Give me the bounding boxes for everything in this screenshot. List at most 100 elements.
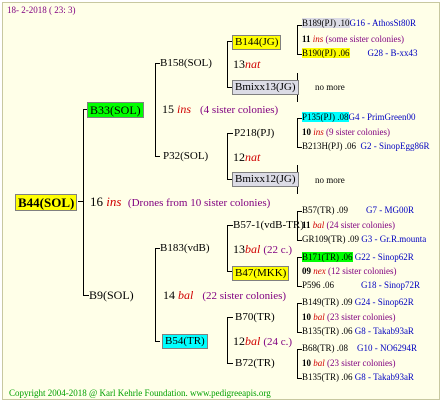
insemination-type: bal: [312, 220, 325, 230]
breeder-code: G24 - Sinop62R: [354, 297, 414, 307]
ancestor-id[interactable]: P596 .06: [302, 280, 334, 290]
queen-node-mother[interactable]: B33(SOL): [87, 102, 144, 118]
ancestor-row: B213H(PJ) .06 G2 - SinopEgg86R: [302, 142, 430, 151]
connector: [297, 257, 298, 286]
ancestor-row: P135(PJ) .08G4 - PrimGreen00: [302, 112, 416, 122]
insemination-type: bal: [313, 312, 325, 322]
ancestor-row: B149(TR) .09 G24 - Sinop62R: [302, 298, 414, 307]
queen-node[interactable]: B144(JG): [232, 35, 282, 50]
colony-note: (12 sister colonies): [328, 266, 397, 276]
ancestor-id[interactable]: B213H(PJ) .06: [302, 141, 356, 151]
colony-note: (24 sister colonies): [326, 220, 396, 230]
ancestor-id[interactable]: B190(PJ) .06: [302, 48, 350, 58]
connector: [227, 133, 228, 179]
connector: [227, 317, 233, 318]
drone-info: 10 ins (9 sister colonies): [302, 128, 390, 137]
breeder-code: G16 - AthosSt80R: [349, 18, 417, 28]
ancestor-id[interactable]: B135(TR) .06: [302, 326, 353, 336]
breeder-code: G18 - Sinop72R: [361, 280, 421, 290]
breeder-code: G2 - SinopEgg86R: [360, 141, 430, 151]
ancestor-row: B57(TR) .09 G7 - MG00R: [302, 206, 414, 215]
insemination-type: nat: [245, 57, 261, 71]
date-stamp: 18- 2-2018 ( 23: 3): [7, 5, 76, 15]
generation-number: 09: [302, 266, 311, 276]
colony-note: (9 sister colonies): [326, 127, 390, 137]
breeder-code: G22 - Sinop62R: [354, 252, 414, 262]
ancestor-row: B68(TR) .08 G10 - NO6294R: [302, 344, 417, 353]
father-info: 14 bal (22 sister colonies): [163, 289, 286, 302]
colony-note: (24 c.): [263, 336, 293, 348]
insemination-type: ins: [313, 127, 324, 137]
pedigree-panel: 18- 2-2018 ( 23: 3) B44(SOL) 16 ins (Dro…: [2, 2, 440, 400]
breeder-code: G8 - Takab93aR: [354, 326, 414, 336]
queen-node[interactable]: B54(TR): [162, 334, 208, 349]
breeder-code: G28 - B-xx43: [367, 48, 418, 58]
queen-node[interactable]: B183(vdB): [160, 243, 210, 254]
generation-number: 12: [233, 150, 245, 164]
connector: [227, 317, 228, 363]
connector: [297, 303, 298, 332]
queen-node[interactable]: B72(TR): [235, 358, 275, 369]
ancestor-id[interactable]: B171(TR) .06: [302, 252, 353, 262]
ancestor-id[interactable]: B189(PJ) .10: [302, 18, 350, 28]
drone-info: 09 nex (12 sister colonies): [302, 267, 396, 276]
queen-node[interactable]: Bmixx12(JG): [232, 172, 299, 187]
drone-info: 10 bal (23 sister colonies): [302, 313, 396, 322]
breeder-code: G7 - MG00R: [366, 205, 415, 215]
connector: [155, 156, 160, 157]
generation-number: 12: [233, 334, 245, 348]
connector: [155, 341, 160, 342]
mother-info: 15 ins (4 sister colonies): [162, 103, 278, 116]
colony-note: (Drones from 10 sister colonies): [127, 197, 271, 209]
insemination-type: bal: [313, 358, 325, 368]
generation-number: 16: [90, 194, 103, 209]
colony-note: (23 sister colonies): [327, 312, 396, 322]
insemination-type: bal: [245, 242, 261, 256]
queen-info: 13nat: [233, 58, 260, 70]
generation-number: 10: [302, 358, 311, 368]
connector: [227, 41, 228, 87]
ancestor-id[interactable]: B68(TR) .08: [302, 343, 348, 353]
ancestor-row: B189(PJ) .10G16 - AthosSt80R: [302, 18, 417, 28]
ancestor-id[interactable]: B149(TR) .09: [302, 297, 353, 307]
ancestor-id[interactable]: B57(TR) .09: [302, 205, 348, 215]
insemination-type: bal: [245, 334, 261, 348]
queen-node[interactable]: B70(TR): [235, 312, 275, 323]
drone-info: 11 bal (24 sister colonies): [302, 221, 395, 230]
ancestor-row: B171(TR) .06 G22 - Sinop62R: [302, 252, 414, 262]
queen-node-father[interactable]: B9(SOL): [89, 289, 134, 301]
connector: [155, 63, 156, 156]
no-more-label: no more: [315, 82, 345, 92]
ancestor-id[interactable]: GR109(TR) .09: [302, 234, 359, 244]
queen-node[interactable]: Bmixx13(JG): [232, 80, 299, 95]
breeder-code: G4 - PrimGreen00: [348, 112, 416, 122]
queen-node[interactable]: B47(MKK): [232, 266, 290, 281]
generation-number: 13: [233, 242, 245, 256]
queen-info: 12nat: [233, 151, 260, 163]
generation-number: 11: [302, 220, 311, 230]
connector: [297, 118, 298, 147]
insemination-type: nex: [313, 266, 326, 276]
colony-note: (some sister colonies): [325, 34, 405, 44]
ancestor-id[interactable]: P135(PJ) .08: [302, 112, 349, 122]
queen-info: 12bal (24 c.): [233, 335, 292, 348]
generation-number: 10: [302, 127, 311, 137]
breeder-code: G10 - NO6294R: [357, 343, 417, 353]
root-info: 16 ins (Drones from 10 sister colonies): [90, 195, 270, 209]
queen-node[interactable]: P32(SOL): [163, 151, 208, 162]
ancestor-id[interactable]: B135(TR) .06: [302, 372, 353, 382]
queen-node[interactable]: B57-1(vdB-TR): [233, 220, 304, 231]
colony-note: (23 sister colonies): [327, 358, 396, 368]
queen-node-root[interactable]: B44(SOL): [15, 194, 78, 211]
connector: [155, 248, 156, 341]
breeder-code: G3 - Gr.R.mounta: [361, 234, 427, 244]
queen-node[interactable]: B158(SOL): [160, 58, 212, 69]
ancestor-row: B190(PJ) .06 G28 - B-xx43: [302, 48, 418, 58]
colony-note: (4 sister colonies): [200, 104, 279, 116]
queen-node[interactable]: P218(PJ): [234, 128, 274, 139]
no-more-label: no more: [315, 175, 345, 185]
generation-number: 14: [163, 288, 175, 302]
drone-info: 10 bal (23 sister colonies): [302, 359, 396, 368]
generation-number: 11: [302, 34, 311, 44]
generation-number: 15: [162, 102, 174, 116]
